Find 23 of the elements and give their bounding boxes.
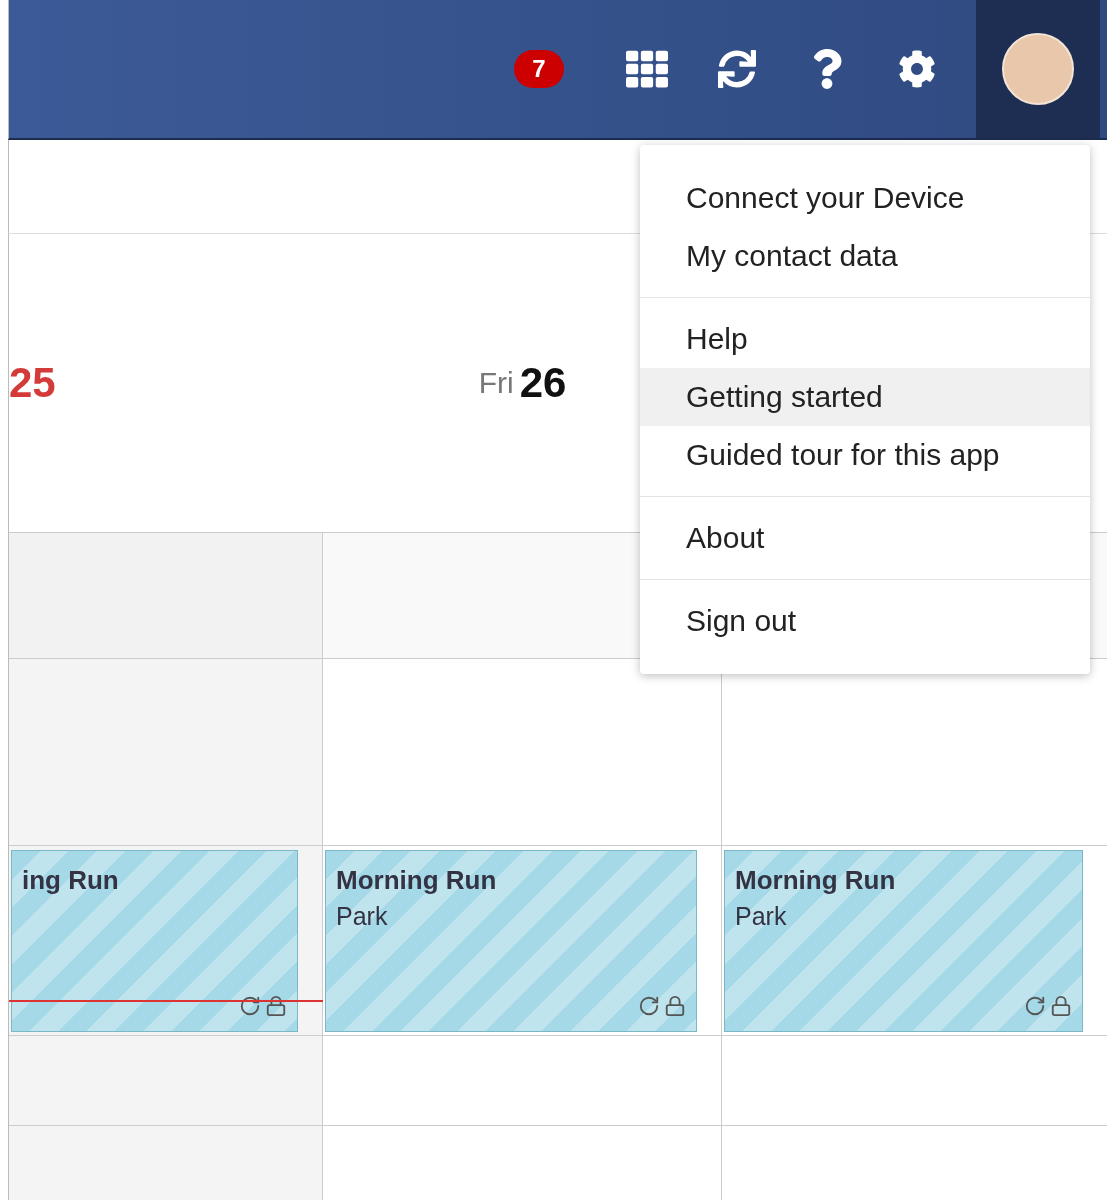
event-card[interactable]: ing Run: [11, 850, 298, 1032]
menu-item[interactable]: Getting started: [640, 368, 1090, 426]
weekday-label: Fri: [478, 366, 514, 400]
menu-item[interactable]: Connect your Device: [640, 169, 1090, 227]
menu-item[interactable]: My contact data: [640, 227, 1090, 285]
time-slot[interactable]: [9, 659, 322, 846]
event-card[interactable]: Morning Run Park: [325, 850, 697, 1032]
menu-item[interactable]: About: [640, 509, 1090, 567]
event-card[interactable]: Morning Run Park: [724, 850, 1083, 1032]
time-slot[interactable]: [9, 1036, 322, 1126]
day-number: 25: [9, 359, 56, 407]
event-title: Morning Run: [336, 865, 498, 896]
day-number: 26: [519, 359, 567, 407]
menu-item[interactable]: Sign out: [640, 592, 1090, 650]
event-location: Park: [735, 902, 788, 931]
time-slot[interactable]: [9, 533, 322, 659]
menu-item[interactable]: Guided tour for this app: [640, 426, 1090, 484]
event-location: Park: [336, 902, 389, 931]
menu-item[interactable]: Help: [640, 310, 1090, 368]
time-slot[interactable]: [9, 1126, 322, 1200]
event-title: ing Run: [22, 865, 120, 896]
notification-badge[interactable]: 7: [514, 50, 564, 88]
event-title: Morning Run: [735, 865, 897, 896]
